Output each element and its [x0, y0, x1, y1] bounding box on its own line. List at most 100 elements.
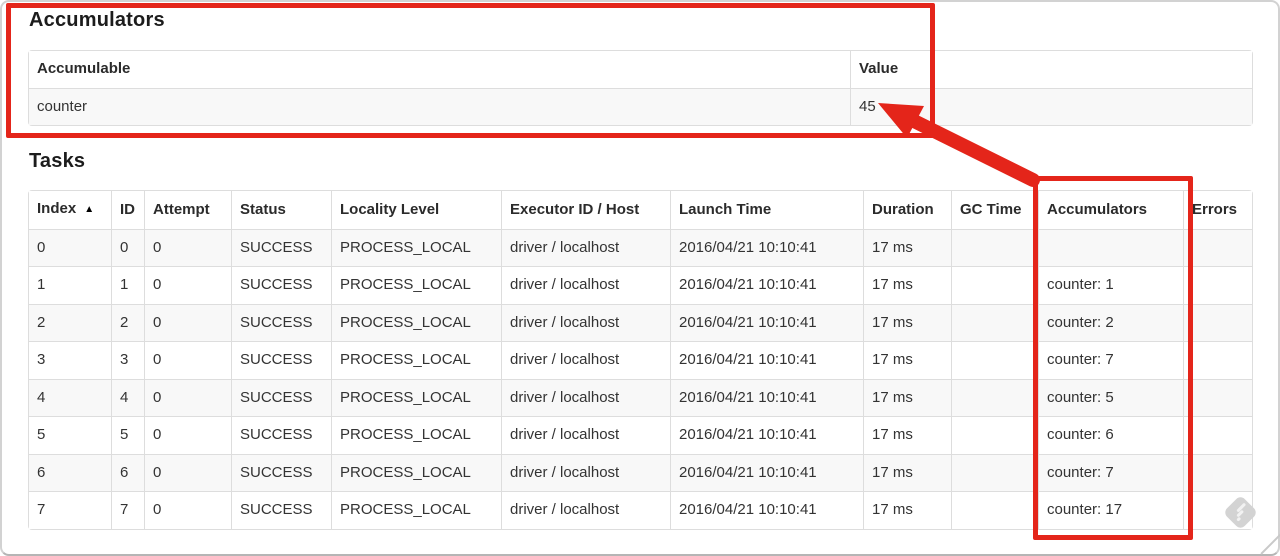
- table-cell: counter: 7: [1038, 341, 1183, 379]
- table-row: counter 45: [29, 87, 1252, 126]
- tasks-table: Index ▲ ID Attempt Status Locality Level Execu…: [28, 190, 1253, 530]
- table-cell: 17 ms: [863, 453, 951, 491]
- table-cell: counter: 7: [1038, 453, 1183, 491]
- table-row: 4 4 0 SUCCESS PROCESS_LOCAL driver / localhos…: [29, 378, 1252, 417]
- column-header-index[interactable]: Index ▲: [29, 191, 111, 229]
- table-cell: SUCCESS: [231, 491, 331, 529]
- table-cell: SUCCESS: [231, 266, 331, 304]
- tasks-header-row: Index ▲ ID Attempt Status Locality Level Execu…: [29, 191, 1252, 229]
- table-cell: 6: [29, 453, 111, 492]
- table-row: 5 5 0 SUCCESS PROCESS_LOCAL driver / localhos…: [29, 416, 1252, 454]
- table-cell: 4: [29, 378, 111, 417]
- table-cell: 5: [29, 416, 111, 454]
- table-cell: 45: [850, 87, 1252, 125]
- table-cell: [1038, 228, 1183, 266]
- table-cell: [951, 491, 1038, 529]
- table-cell: 0: [144, 416, 231, 454]
- table-cell: 2016/04/21 10:10:41: [670, 303, 863, 341]
- table-cell: driver / localhost: [501, 491, 670, 529]
- table-cell: PROCESS_LOCAL: [331, 453, 501, 491]
- table-cell: 0: [144, 228, 231, 266]
- table-cell: SUCCESS: [231, 341, 331, 379]
- table-cell: 2016/04/21 10:10:41: [670, 378, 863, 416]
- table-cell: [1183, 341, 1252, 379]
- table-cell: [951, 341, 1038, 379]
- table-cell: SUCCESS: [231, 416, 331, 454]
- table-cell: counter: [29, 87, 850, 126]
- table-cell: driver / localhost: [501, 266, 670, 304]
- table-cell: [1183, 303, 1252, 341]
- table-cell: 2016/04/21 10:10:41: [670, 228, 863, 266]
- table-cell: counter: 2: [1038, 303, 1183, 341]
- table-cell: 0: [144, 453, 231, 491]
- table-cell: 17 ms: [863, 228, 951, 266]
- table-cell: 7: [111, 491, 144, 529]
- column-header-id[interactable]: ID: [111, 191, 144, 229]
- table-cell: PROCESS_LOCAL: [331, 228, 501, 266]
- column-header-locality-level[interactable]: Locality Level: [331, 191, 501, 229]
- table-cell: driver / localhost: [501, 378, 670, 416]
- table-cell: counter: 5: [1038, 378, 1183, 416]
- table-cell: 2: [111, 303, 144, 341]
- table-cell: [951, 266, 1038, 304]
- table-cell: SUCCESS: [231, 453, 331, 491]
- table-cell: 1: [29, 266, 111, 304]
- table-cell: [1183, 416, 1252, 454]
- table-cell: PROCESS_LOCAL: [331, 416, 501, 454]
- table-cell: driver / localhost: [501, 416, 670, 454]
- table-cell: 17 ms: [863, 491, 951, 529]
- table-cell: 2016/04/21 10:10:41: [670, 341, 863, 379]
- table-cell: driver / localhost: [501, 303, 670, 341]
- table-cell: 2016/04/21 10:10:41: [670, 491, 863, 529]
- table-cell: 0: [111, 228, 144, 266]
- table-cell: driver / localhost: [501, 228, 670, 266]
- column-header-accumulable[interactable]: Accumulable: [29, 51, 850, 88]
- column-header-executor-id-host[interactable]: Executor ID / Host: [501, 191, 670, 229]
- table-row: 0 0 0 SUCCESS PROCESS_LOCAL driver / localhos…: [29, 228, 1252, 266]
- table-cell: SUCCESS: [231, 228, 331, 266]
- accumulators-section-title: Accumulators: [29, 9, 165, 31]
- column-header-gc-time[interactable]: GC Time: [951, 191, 1038, 229]
- table-cell: 17 ms: [863, 341, 951, 379]
- table-cell: PROCESS_LOCAL: [331, 491, 501, 529]
- table-cell: 3: [111, 341, 144, 379]
- column-header-launch-time[interactable]: Launch Time: [670, 191, 863, 229]
- corner-diagonal-line: [1260, 533, 1280, 555]
- table-cell: 5: [111, 416, 144, 454]
- table-cell: counter: 1: [1038, 266, 1183, 304]
- table-cell: [1183, 266, 1252, 304]
- table-cell: 0: [144, 491, 231, 529]
- table-row: 1 1 0 SUCCESS PROCESS_LOCAL driver / localhos…: [29, 266, 1252, 304]
- table-cell: [1183, 453, 1252, 491]
- column-header-attempt[interactable]: Attempt: [144, 191, 231, 229]
- table-cell: 2016/04/21 10:10:41: [670, 453, 863, 491]
- table-cell: 0: [144, 303, 231, 341]
- column-header-status[interactable]: Status: [231, 191, 331, 229]
- column-header-accumulators[interactable]: Accumulators: [1038, 191, 1183, 229]
- table-cell: 0: [144, 266, 231, 304]
- accumulators-table: Accumulable Value counter 45: [28, 50, 1253, 126]
- table-cell: 2016/04/21 10:10:41: [670, 416, 863, 454]
- table-cell: 17 ms: [863, 266, 951, 304]
- table-cell: 2016/04/21 10:10:41: [670, 266, 863, 304]
- table-cell: [1183, 228, 1252, 266]
- table-cell: 17 ms: [863, 378, 951, 416]
- table-cell: driver / localhost: [501, 341, 670, 379]
- table-cell: PROCESS_LOCAL: [331, 266, 501, 304]
- table-cell: [951, 378, 1038, 416]
- table-cell: SUCCESS: [231, 378, 331, 416]
- table-cell: 17 ms: [863, 416, 951, 454]
- table-cell: PROCESS_LOCAL: [331, 341, 501, 379]
- table-row: 7 7 0 SUCCESS PROCESS_LOCAL driver / localhos…: [29, 491, 1252, 529]
- column-header-duration[interactable]: Duration: [863, 191, 951, 229]
- column-header-value[interactable]: Value: [850, 51, 1252, 88]
- table-cell: 0: [144, 341, 231, 379]
- table-cell: 1: [111, 266, 144, 304]
- column-header-errors[interactable]: Errors: [1183, 191, 1252, 229]
- table-cell: [951, 228, 1038, 266]
- table-cell: PROCESS_LOCAL: [331, 303, 501, 341]
- table-cell: counter: 6: [1038, 416, 1183, 454]
- table-row: 6 6 0 SUCCESS PROCESS_LOCAL driver / localhos…: [29, 453, 1252, 492]
- table-cell: [951, 453, 1038, 491]
- sort-asc-icon: ▲: [84, 204, 95, 215]
